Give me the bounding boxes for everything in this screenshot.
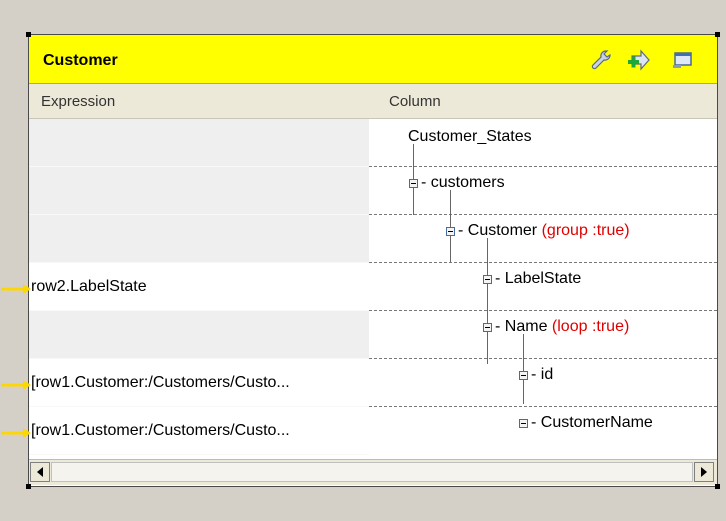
scroll-left-button[interactable]: [30, 462, 50, 482]
expression-cell[interactable]: [29, 311, 369, 359]
column-tree: Customer_States - customers - Customer (…: [369, 119, 717, 459]
expression-cell[interactable]: [row1.Customer:/Customers/Custo...: [29, 359, 369, 407]
row-divider: [369, 262, 717, 263]
horizontal-scrollbar[interactable]: [29, 459, 717, 485]
row-divider: [369, 310, 717, 311]
scroll-thumb[interactable]: [51, 462, 693, 482]
tree-node[interactable]: - Customer (group :true): [458, 222, 630, 240]
tree-node[interactable]: - id: [531, 366, 553, 384]
link-arrow-icon: [1, 284, 31, 294]
expression-text: [row1.Customer:/Customers/Custo...: [31, 422, 290, 439]
arrow-right-icon: [701, 467, 707, 477]
collapse-toggle-icon[interactable]: [483, 323, 492, 332]
row-divider: [369, 358, 717, 359]
add-output-icon[interactable]: [627, 48, 651, 72]
expression-cell[interactable]: row2.LabelState: [29, 263, 369, 311]
expression-header[interactable]: Expression: [41, 93, 115, 110]
tree-connector: [523, 334, 524, 404]
arrow-left-icon: [37, 467, 43, 477]
scroll-right-button[interactable]: [694, 462, 714, 482]
tree-node[interactable]: - customers: [421, 174, 505, 192]
link-arrow-icon: [1, 428, 31, 438]
attribute-label: (group :true): [541, 222, 630, 239]
collapse-toggle-icon[interactable]: [519, 371, 528, 380]
collapse-toggle-icon[interactable]: [446, 227, 455, 236]
row-divider: [369, 406, 717, 407]
expression-text: row2.LabelState: [31, 278, 147, 295]
resize-handle[interactable]: [715, 484, 720, 489]
expression-text: [row1.Customer:/Customers/Custo...: [31, 374, 290, 391]
resize-handle[interactable]: [26, 484, 31, 489]
row-divider: [369, 166, 717, 167]
title-bar: Customer: [29, 35, 717, 84]
tree-node[interactable]: - Name (loop :true): [495, 318, 629, 336]
column-headers: Expression Column: [29, 84, 717, 119]
tree-node-root[interactable]: Customer_States: [408, 128, 532, 146]
window-icon[interactable]: [671, 48, 695, 72]
wrench-icon[interactable]: [589, 48, 613, 72]
expression-cell[interactable]: [29, 119, 369, 167]
tree-node[interactable]: - LabelState: [495, 270, 581, 288]
tree-node[interactable]: - CustomerName: [531, 414, 653, 432]
row-divider: [369, 214, 717, 215]
attribute-label: (loop :true): [551, 318, 630, 335]
expression-cell[interactable]: [29, 167, 369, 215]
resize-handle[interactable]: [715, 32, 720, 37]
tree-connector: [450, 190, 451, 262]
customer-output-table: Customer Expression Column row2.LabelSta…: [1, 34, 718, 487]
expression-cell[interactable]: [29, 215, 369, 263]
collapse-toggle-icon[interactable]: [483, 275, 492, 284]
expression-cell[interactable]: [row1.Customer:/Customers/Custo...: [29, 407, 369, 455]
resize-handle[interactable]: [26, 32, 31, 37]
tree-connector: [487, 238, 488, 364]
collapse-toggle-icon[interactable]: [519, 419, 528, 428]
link-arrow-icon: [1, 380, 31, 390]
table-title: Customer: [43, 52, 118, 69]
collapse-toggle-icon[interactable]: [409, 179, 418, 188]
column-header[interactable]: Column: [389, 93, 441, 110]
